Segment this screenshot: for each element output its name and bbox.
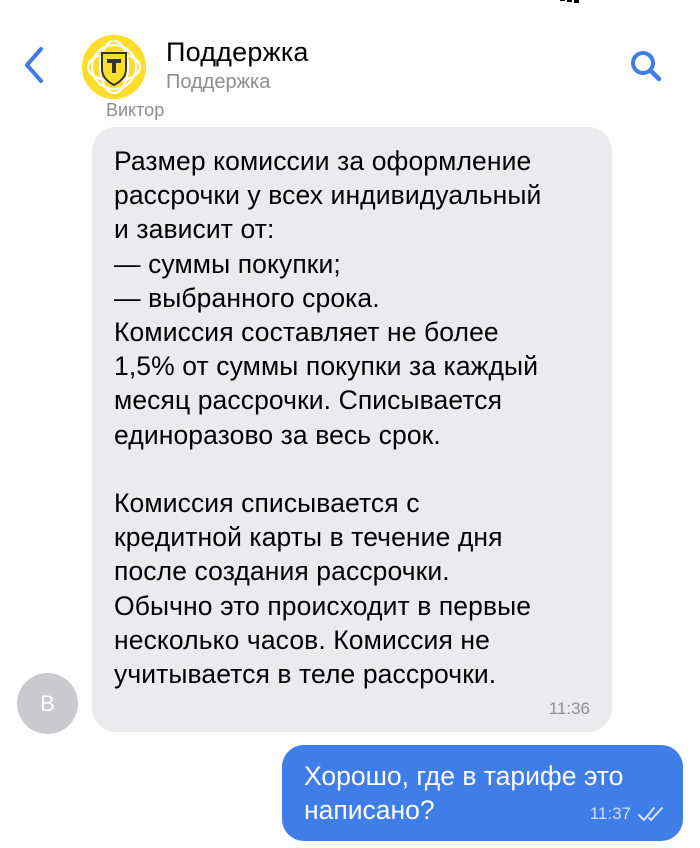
chat-header: Поддержка Поддержка <box>0 0 700 112</box>
sender-name: Виктор <box>106 100 165 120</box>
chat-title[interactable]: Поддержка <box>166 36 309 68</box>
incoming-message-bubble[interactable]: Размер комиссии за оформление рассрочки … <box>92 127 612 732</box>
incoming-message-time: 11:36 <box>548 699 590 718</box>
chevron-left-icon <box>25 47 43 83</box>
sender-avatar[interactable]: В <box>17 673 78 734</box>
chat-avatar-logo[interactable] <box>82 35 146 99</box>
search-icon <box>631 51 662 82</box>
sender-avatar-initial: В <box>40 690 55 716</box>
double-check-icon <box>638 807 663 821</box>
chat-screen: Поддержка Поддержка Виктор Размер комисс… <box>0 0 700 848</box>
outgoing-message-time: 11:37 <box>589 804 631 823</box>
incoming-message-text: Размер комиссии за оформление рассрочки … <box>114 146 542 690</box>
outgoing-message-bubble[interactable]: Хорошо, где в тарифе это написано? 11:37 <box>282 745 683 841</box>
back-button[interactable] <box>14 40 54 90</box>
bank-shield-logo <box>82 35 146 99</box>
search-button[interactable] <box>624 44 668 88</box>
chat-subtitle: Поддержка <box>166 71 271 93</box>
outgoing-message-meta: 11:37 <box>590 804 665 824</box>
